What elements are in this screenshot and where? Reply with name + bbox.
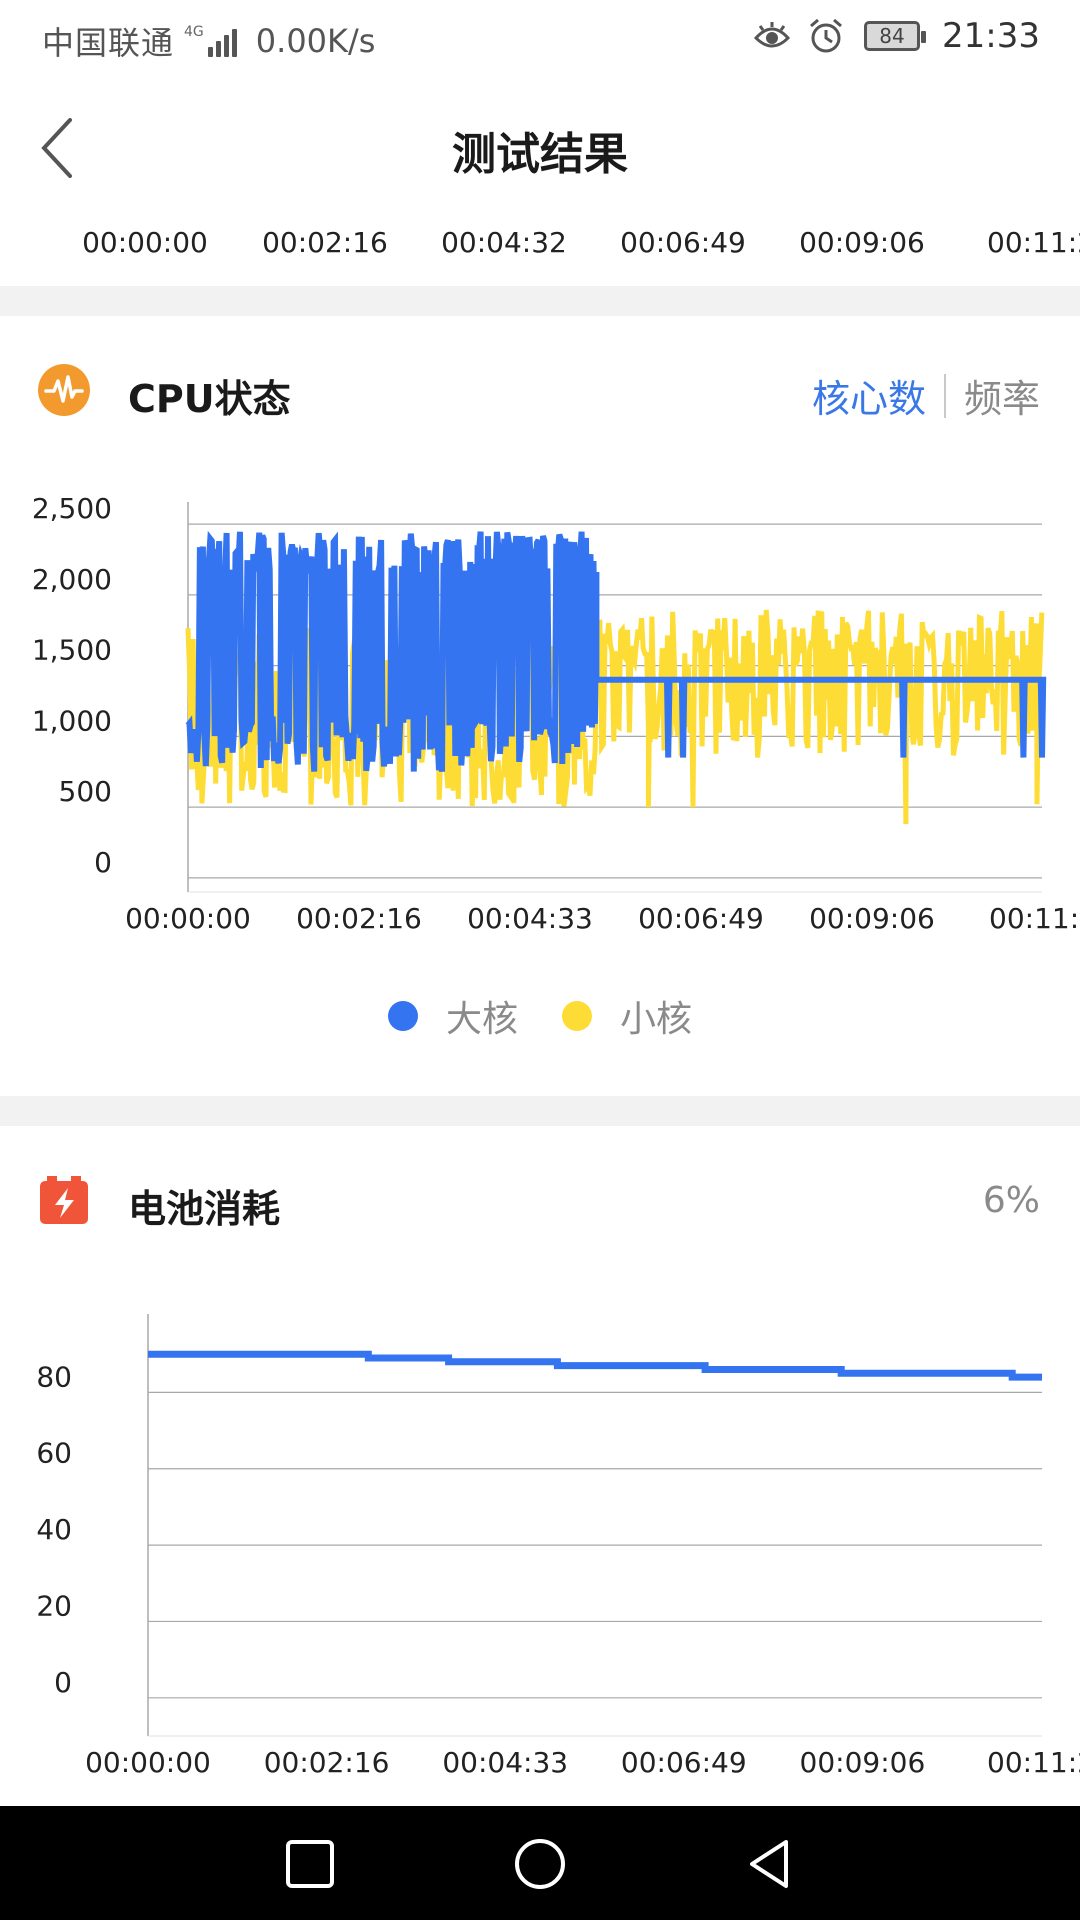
x-tick-label: 00:02:16 [264, 1746, 390, 1779]
y-tick-label: 1,000 [32, 704, 112, 737]
battery-consumption-value: 6% [982, 1180, 1040, 1221]
time-label: 00:00:00 [82, 226, 208, 259]
system-nav-bar [0, 1806, 1080, 1920]
tab-frequency[interactable]: 频率 [964, 368, 1040, 423]
cpu-view-toggle: 核心数 频率 [812, 368, 1040, 423]
x-tick-label: 00:09:06 [800, 1746, 926, 1779]
battery-indicator: 84 [864, 21, 927, 51]
time-label: 00:06:49 [620, 226, 746, 259]
y-tick-label: 1,500 [32, 634, 112, 667]
x-tick-label: 00:04:33 [467, 902, 593, 935]
x-tick-label: 00:00:00 [125, 902, 251, 935]
legend-label: 大核 [445, 999, 518, 1040]
y-tick-label: 60 [36, 1437, 72, 1470]
x-tick-label: 00:11:2 [987, 1746, 1080, 1779]
y-tick-label: 80 [36, 1360, 72, 1393]
home-icon[interactable] [508, 1832, 572, 1896]
signal-icon: 4G [184, 25, 240, 57]
x-tick-label: 00:11:2 [989, 902, 1080, 935]
recent-apps-icon[interactable] [278, 1832, 342, 1896]
y-tick-label: 2,500 [32, 492, 112, 525]
legend-item-little-core[interactable]: 小核 [562, 990, 692, 1042]
cpu-section-header: CPU状态 核心数 频率 [0, 356, 1080, 426]
alarm-icon [810, 18, 842, 53]
y-tick-label: 0 [94, 846, 112, 879]
header: 测试结果 [0, 88, 1080, 208]
legend-label: 小核 [620, 999, 693, 1040]
series-line-battery [148, 1350, 1042, 1381]
eye-icon [753, 22, 791, 48]
x-tick-label: 00:09:06 [809, 902, 935, 935]
clock: 21:33 [942, 16, 1040, 56]
x-tick-label: 00:06:49 [638, 902, 764, 935]
time-label: 00:02:16 [262, 226, 388, 259]
section-divider [0, 286, 1080, 316]
y-tick-label: 0 [54, 1666, 72, 1699]
time-label: 00:11:2 [987, 226, 1080, 259]
legend-dot [562, 1001, 592, 1031]
battery-section-title: 电池消耗 [128, 1187, 281, 1231]
legend-item-big-core[interactable]: 大核 [387, 990, 518, 1042]
legend-dot [387, 1001, 418, 1031]
x-tick-label: 00:06:49 [621, 1746, 747, 1779]
cpu-section-title: CPU状态 [128, 377, 291, 421]
carrier-label: 中国联通 [42, 24, 175, 62]
x-tick-label: 00:00:00 [85, 1746, 211, 1779]
cpu-pulse-icon [38, 364, 90, 416]
x-tick-label: 00:02:16 [296, 902, 422, 935]
network-speed: 0.00K/s [255, 22, 376, 60]
time-label: 00:09:06 [799, 226, 925, 259]
battery-section-header: 电池消耗 6% [0, 1166, 1080, 1236]
status-bar: 中国联通 4G 0.00K/s 84 21:33 [0, 0, 1080, 78]
y-tick-label: 20 [36, 1589, 72, 1622]
y-tick-label: 40 [36, 1513, 72, 1546]
y-tick-label: 500 [59, 775, 112, 808]
page-title: 测试结果 [452, 129, 628, 180]
battery-chart: 0 20 40 60 80 00:00:00 00:02:16 00:04:33 00:06:4… [36, 1314, 1080, 1779]
cpu-chart: 0 500 1,000 1,500 2,000 2,500 00:00:00 00:02:16… [32, 492, 1080, 935]
x-tick-label: 00:04:33 [442, 1746, 568, 1779]
battery-charge-icon [40, 1176, 88, 1224]
tab-core-count[interactable]: 核心数 [812, 368, 926, 423]
time-label: 00:04:32 [441, 226, 567, 259]
network-type: 4G [184, 24, 204, 40]
section-divider [0, 1096, 1080, 1126]
toggle-separator [943, 373, 946, 418]
y-tick-label: 2,000 [32, 563, 112, 596]
cpu-legend: 大核 小核 [0, 986, 1080, 1046]
back-icon[interactable] [738, 1832, 802, 1896]
time-axis-header: 00:00:00 00:02:16 00:04:32 00:06:49 00:0… [0, 222, 1080, 272]
